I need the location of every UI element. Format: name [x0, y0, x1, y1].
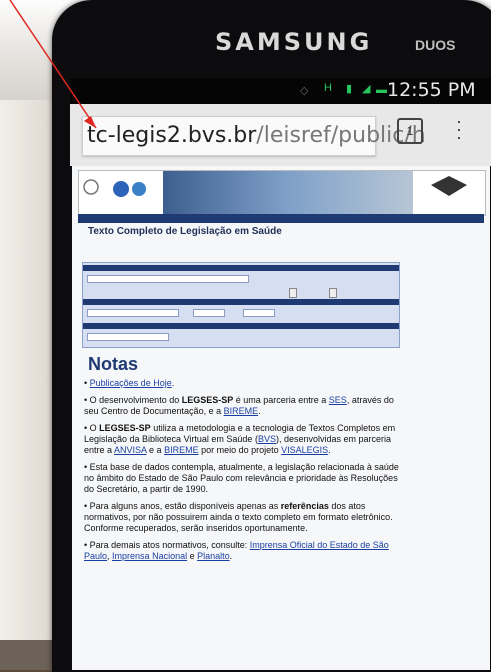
note-5-bold: referências [280, 501, 329, 511]
note-3-text-d: e a [146, 445, 165, 455]
search-input[interactable] [87, 275, 249, 283]
link-planalto[interactable]: Planalto [197, 551, 230, 561]
sao-paulo-logo [417, 175, 481, 211]
banner-graphic [163, 171, 413, 215]
signal-icon: ◢ [362, 83, 371, 95]
note-5: • Para alguns anos, estão disponíveis ap… [84, 501, 393, 533]
site-banner [78, 170, 486, 216]
date-from-field[interactable] [193, 309, 225, 317]
note-6-text: Para demais atos normativos, consulte: [89, 540, 250, 550]
menu-icon[interactable]: · · · [454, 112, 464, 146]
note-3-bold: LEGSES-SP [99, 423, 151, 433]
note-6: • Para demais atos normativos, consulte:… [84, 540, 389, 561]
search-button[interactable] [289, 288, 297, 298]
vibrate-icon: ◇ [300, 85, 309, 97]
note-2-text-b: é uma parceria entre a [233, 395, 329, 405]
note-6-text-b: e [187, 551, 198, 561]
norm-type-select[interactable] [87, 333, 169, 341]
note-3-text: O [89, 423, 100, 433]
link-bireme[interactable]: BIREME [224, 406, 259, 416]
search-form-header [83, 299, 399, 305]
search-form-bar [83, 265, 399, 271]
notes-list: • Publicações de Hoje. • O desenvolvimen… [84, 378, 404, 568]
note-3: • O LEGSES-SP utiliza a metodologia e a … [84, 423, 396, 455]
site-nav [78, 214, 484, 223]
tab-switcher-button[interactable]: 1 [397, 118, 423, 144]
norm-type-bar [83, 323, 399, 329]
link-visalegis[interactable]: VISALEGIS [281, 445, 328, 455]
link-bvs[interactable]: BVS [258, 434, 276, 444]
link-publicacoes[interactable]: Publicações de Hoje [90, 378, 172, 388]
link-imprensa-nacional[interactable]: Imprensa Nacional [112, 551, 187, 561]
sim-icon: ▮ [346, 83, 353, 95]
url-text[interactable]: tc-legis2.bvs.br/leisref/public/h [87, 123, 426, 148]
date-to-field[interactable] [243, 309, 275, 317]
note-4-text: Esta base de dados contempla, atualmente… [84, 462, 399, 494]
link-bireme-2[interactable]: BIREME [164, 445, 199, 455]
note-2: • O desenvolvimento do LEGSES-SP é uma p… [84, 395, 394, 416]
clear-button[interactable] [329, 288, 337, 298]
web-page: Texto Completo de Legislação em Saúde No… [72, 166, 490, 670]
url-host: tc-legis2.bvs.br [87, 123, 257, 148]
battery-icon: ▬ [376, 84, 387, 96]
norm-number-field[interactable] [87, 309, 179, 317]
partner-logos [83, 179, 146, 197]
note-2-text: O desenvolvimento do [89, 395, 182, 405]
clock: 12:55 PM [387, 79, 476, 101]
address-bar[interactable]: tc-legis2.bvs.br/leisref/public/h [82, 116, 426, 156]
notes-title: Notas [88, 354, 139, 374]
device-brand: SAMSUNG [215, 28, 373, 56]
link-anvisa[interactable]: ANVISA [114, 445, 147, 455]
note-4: • Esta base de dados contempla, atualmen… [84, 462, 399, 494]
search-form [82, 262, 400, 348]
note-1: • Publicações de Hoje. [84, 378, 175, 388]
note-3-text-e: por meio do projeto [198, 445, 282, 455]
device-badge: DUOS [415, 37, 456, 53]
page-heading: Texto Completo de Legislação em Saúde [88, 226, 282, 237]
note-2-bold: LEGSES-SP [181, 395, 234, 405]
data-icon: H [324, 82, 332, 94]
note-5-text: Para alguns anos, estão disponíveis apen… [89, 501, 281, 511]
link-ses[interactable]: SES [329, 395, 347, 405]
